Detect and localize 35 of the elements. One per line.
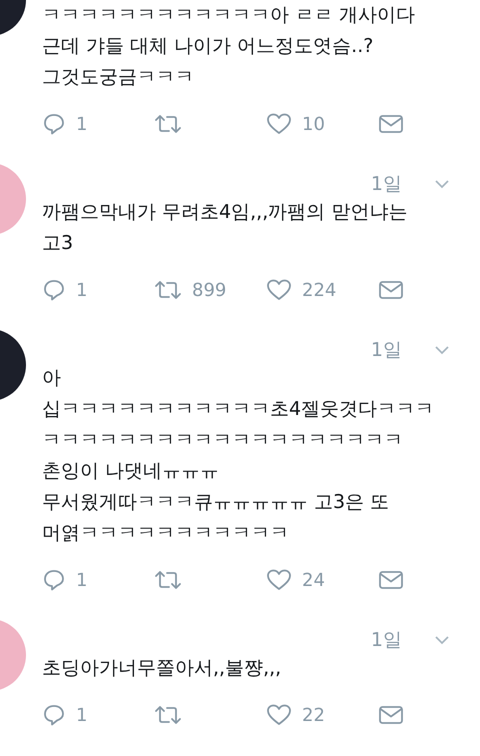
retweet-icon[interactable] [154,703,182,727]
tweet-text: 아 십ㅋㅋㅋㅋㅋㅋㅋㅋㅋㅋㅋ초4젤웃겻다ㅋㅋㅋ ㅋㅋㅋㅋㅋㅋㅋㅋㅋㅋㅋㅋㅋㅋㅋㅋㅋㅋㅋ 촌잉이 나댓네ㅠㅠㅠ 무서웠게따ㅋㅋㅋ큐ㅠㅠㅠㅠㅠ 고3은 또 머엵ㅋㅋㅋㅋㅋㅋㅋㅋㅋㅋㅋ [42,366,436,546]
reply-icon[interactable] [42,112,66,136]
reply-count: 1 [76,570,88,590]
like-count: 22 [302,704,325,726]
heart-icon[interactable] [266,112,292,136]
heart-icon[interactable] [266,278,292,302]
reply-icon[interactable] [42,568,66,592]
heart-icon[interactable] [266,568,292,592]
like-count: 10 [302,114,325,134]
timestamp: 1일 [370,172,402,197]
mail-icon[interactable] [378,113,404,135]
reply-icon[interactable] [42,278,66,302]
mail-icon[interactable] [378,279,404,301]
chevron-down-icon[interactable] [434,345,450,355]
tweet-text: 초딩아가너무쫄아서,,불쨩,,, [42,656,282,681]
timestamp: 1일 [370,338,402,363]
tweet-text: 까팸으막내가 무려초4임,,,까팸의 맏언냐는 고3 [42,200,408,256]
retweet-icon[interactable] [154,568,182,592]
reply-icon[interactable] [42,703,66,727]
reply-count: 1 [76,280,88,300]
reply-count: 1 [76,704,88,726]
heart-icon[interactable] [266,703,292,727]
chevron-down-icon[interactable] [434,179,450,189]
like-count: 224 [302,280,336,300]
timestamp: 1일 [370,628,402,653]
retweet-count: 899 [192,280,226,300]
retweet-icon[interactable] [154,112,182,136]
chevron-down-icon[interactable] [434,635,450,645]
like-count: 24 [302,570,325,590]
mail-icon[interactable] [378,704,404,726]
retweet-icon[interactable] [154,278,182,302]
mail-icon[interactable] [378,569,404,591]
tweet-text: ㅋㅋㅋㅋㅋㅋㅋㅋㅋㅋㅋㅋ아 ㄹㄹ 개사이다 근데 갸들 대체 나이가 어느정도엿슴..? 그것도궁금ㅋㅋㅋ [42,3,416,90]
reply-count: 1 [76,114,88,134]
